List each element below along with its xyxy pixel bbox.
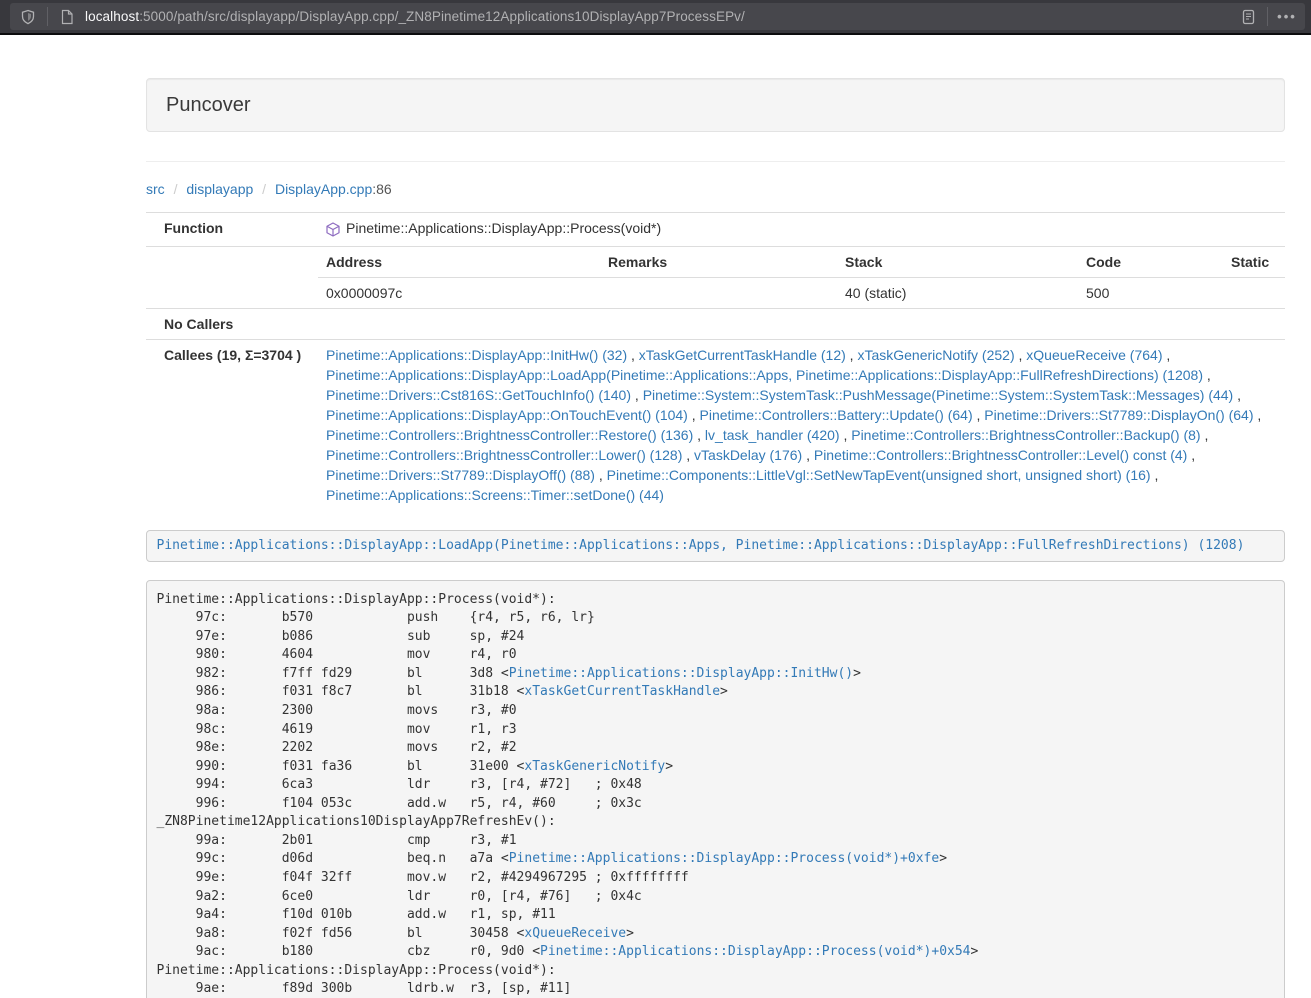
- callee-link[interactable]: Pinetime::Controllers::Battery::Update()…: [700, 407, 973, 423]
- callee-link[interactable]: Pinetime::Drivers::St7789::DisplayOn() (…: [984, 407, 1253, 423]
- callee-link[interactable]: Pinetime::Drivers::St7789::DisplayOff() …: [326, 467, 595, 483]
- disassembly-symbol-link[interactable]: xQueueReceive: [524, 926, 626, 941]
- col-address: Address: [318, 247, 600, 278]
- callee-link[interactable]: Pinetime::Controllers::BrightnessControl…: [851, 427, 1200, 443]
- url-text[interactable]: localhost:5000/path/src/displayapp/Displ…: [85, 9, 1234, 24]
- callee-link[interactable]: xTaskGenericNotify (252): [857, 347, 1014, 363]
- callee-link[interactable]: Pinetime::Applications::Screens::Timer::…: [326, 487, 664, 503]
- breadcrumb-link-file[interactable]: DisplayApp.cpp: [275, 181, 372, 197]
- col-code: Code: [1078, 247, 1223, 278]
- url-bar[interactable]: localhost:5000/path/src/displayapp/Displ…: [10, 3, 1305, 30]
- callee-link[interactable]: Pinetime::System::SystemTask::PushMessag…: [643, 387, 1234, 403]
- highlighted-callee-block: Pinetime::Applications::DisplayApp::Load…: [146, 530, 1285, 563]
- static-value: [1223, 277, 1285, 308]
- callee-link[interactable]: Pinetime::Drivers::Cst816S::GetTouchInfo…: [326, 387, 631, 403]
- function-name: Pinetime::Applications::DisplayApp::Proc…: [346, 218, 661, 238]
- callee-link[interactable]: Pinetime::Applications::DisplayApp::Init…: [326, 347, 627, 363]
- breadcrumb-link-displayapp[interactable]: displayapp: [186, 181, 253, 197]
- reader-mode-icon[interactable]: [1234, 4, 1262, 29]
- callees-row: Callees (19, Σ=3704 ) Pinetime::Applicat…: [146, 339, 1285, 510]
- browser-toolbar: localhost:5000/path/src/displayapp/Displ…: [0, 0, 1311, 35]
- function-label: Function: [146, 213, 318, 247]
- callee-link[interactable]: Pinetime::Controllers::BrightnessControl…: [326, 447, 682, 463]
- stats-value-row: 0x0000097c 40 (static) 500: [318, 277, 1285, 308]
- callee-link[interactable]: Pinetime::Controllers::BrightnessControl…: [326, 427, 693, 443]
- remarks-value: [600, 277, 837, 308]
- breadcrumb-separator: /: [169, 181, 183, 197]
- divider: [146, 161, 1285, 162]
- function-detail-table: Function Pinetime::Applications::Display…: [146, 212, 1285, 510]
- no-callers-row: No Callers: [146, 308, 1285, 339]
- disassembly-symbol-link[interactable]: xTaskGenericNotify: [524, 759, 665, 774]
- breadcrumb-link-src[interactable]: src: [146, 181, 165, 197]
- code-value: 500: [1078, 277, 1223, 308]
- function-row: Function Pinetime::Applications::Display…: [146, 213, 1285, 247]
- urlbar-separator-right: [1267, 7, 1268, 26]
- disassembly-symbol-link[interactable]: Pinetime::Applications::DisplayApp::Proc…: [540, 944, 970, 959]
- disassembly-symbol-link[interactable]: Pinetime::Applications::DisplayApp::Proc…: [509, 851, 939, 866]
- disassembly-symbol-link[interactable]: Pinetime::Applications::DisplayApp::Init…: [509, 666, 853, 681]
- no-callers-label: No Callers: [146, 308, 318, 339]
- callee-link[interactable]: Pinetime::Controllers::BrightnessControl…: [814, 447, 1187, 463]
- callee-link[interactable]: xTaskGetCurrentTaskHandle (12): [639, 347, 846, 363]
- breadcrumb: src / displayapp / DisplayApp.cpp:86: [146, 179, 1285, 199]
- page-container: Puncover src / displayapp / DisplayApp.c…: [146, 78, 1285, 998]
- callee-link[interactable]: Pinetime::Applications::DisplayApp::OnTo…: [326, 407, 688, 423]
- stack-value: 40 (static): [837, 277, 1078, 308]
- callee-link[interactable]: Pinetime::Components::LittleVgl::SetNewT…: [607, 467, 1151, 483]
- address-value: 0x0000097c: [318, 277, 600, 308]
- shield-icon[interactable]: [14, 4, 42, 29]
- function-stats-table: Address Remarks Stack Code Static 0x0000…: [318, 247, 1285, 308]
- more-options-icon[interactable]: •••: [1273, 4, 1301, 29]
- disassembly-block: Pinetime::Applications::DisplayApp::Proc…: [146, 580, 1285, 998]
- empty-label-cell: [146, 246, 318, 308]
- col-static: Static: [1223, 247, 1285, 278]
- callee-link[interactable]: lv_task_handler (420): [705, 427, 840, 443]
- col-stack: Stack: [837, 247, 1078, 278]
- page-title: Puncover: [166, 93, 1265, 117]
- breadcrumb-separator: /: [257, 181, 271, 197]
- page-icon[interactable]: [53, 4, 81, 29]
- urlbar-separator: [47, 7, 48, 26]
- col-remarks: Remarks: [600, 247, 837, 278]
- callee-link[interactable]: Pinetime::Applications::DisplayApp::Load…: [326, 367, 1203, 383]
- more-options-glyph: •••: [1277, 9, 1297, 24]
- symbol-cube-icon: [326, 222, 340, 237]
- url-path: :5000/path/src/displayapp/DisplayApp.cpp…: [139, 9, 745, 24]
- app-header-panel: Puncover: [146, 78, 1285, 132]
- highlighted-callee-link[interactable]: Pinetime::Applications::DisplayApp::Load…: [157, 538, 1245, 553]
- callees-list: Pinetime::Applications::DisplayApp::Init…: [318, 339, 1285, 510]
- callee-link[interactable]: vTaskDelay (176): [694, 447, 802, 463]
- callee-link[interactable]: xQueueReceive (764): [1026, 347, 1162, 363]
- callees-label: Callees (19, Σ=3704 ): [146, 339, 318, 510]
- function-stats-row: Address Remarks Stack Code Static 0x0000…: [146, 246, 1285, 308]
- disassembly-symbol-link[interactable]: xTaskGetCurrentTaskHandle: [524, 684, 720, 699]
- breadcrumb-line-number: :86: [372, 181, 391, 197]
- url-host: localhost: [85, 9, 139, 24]
